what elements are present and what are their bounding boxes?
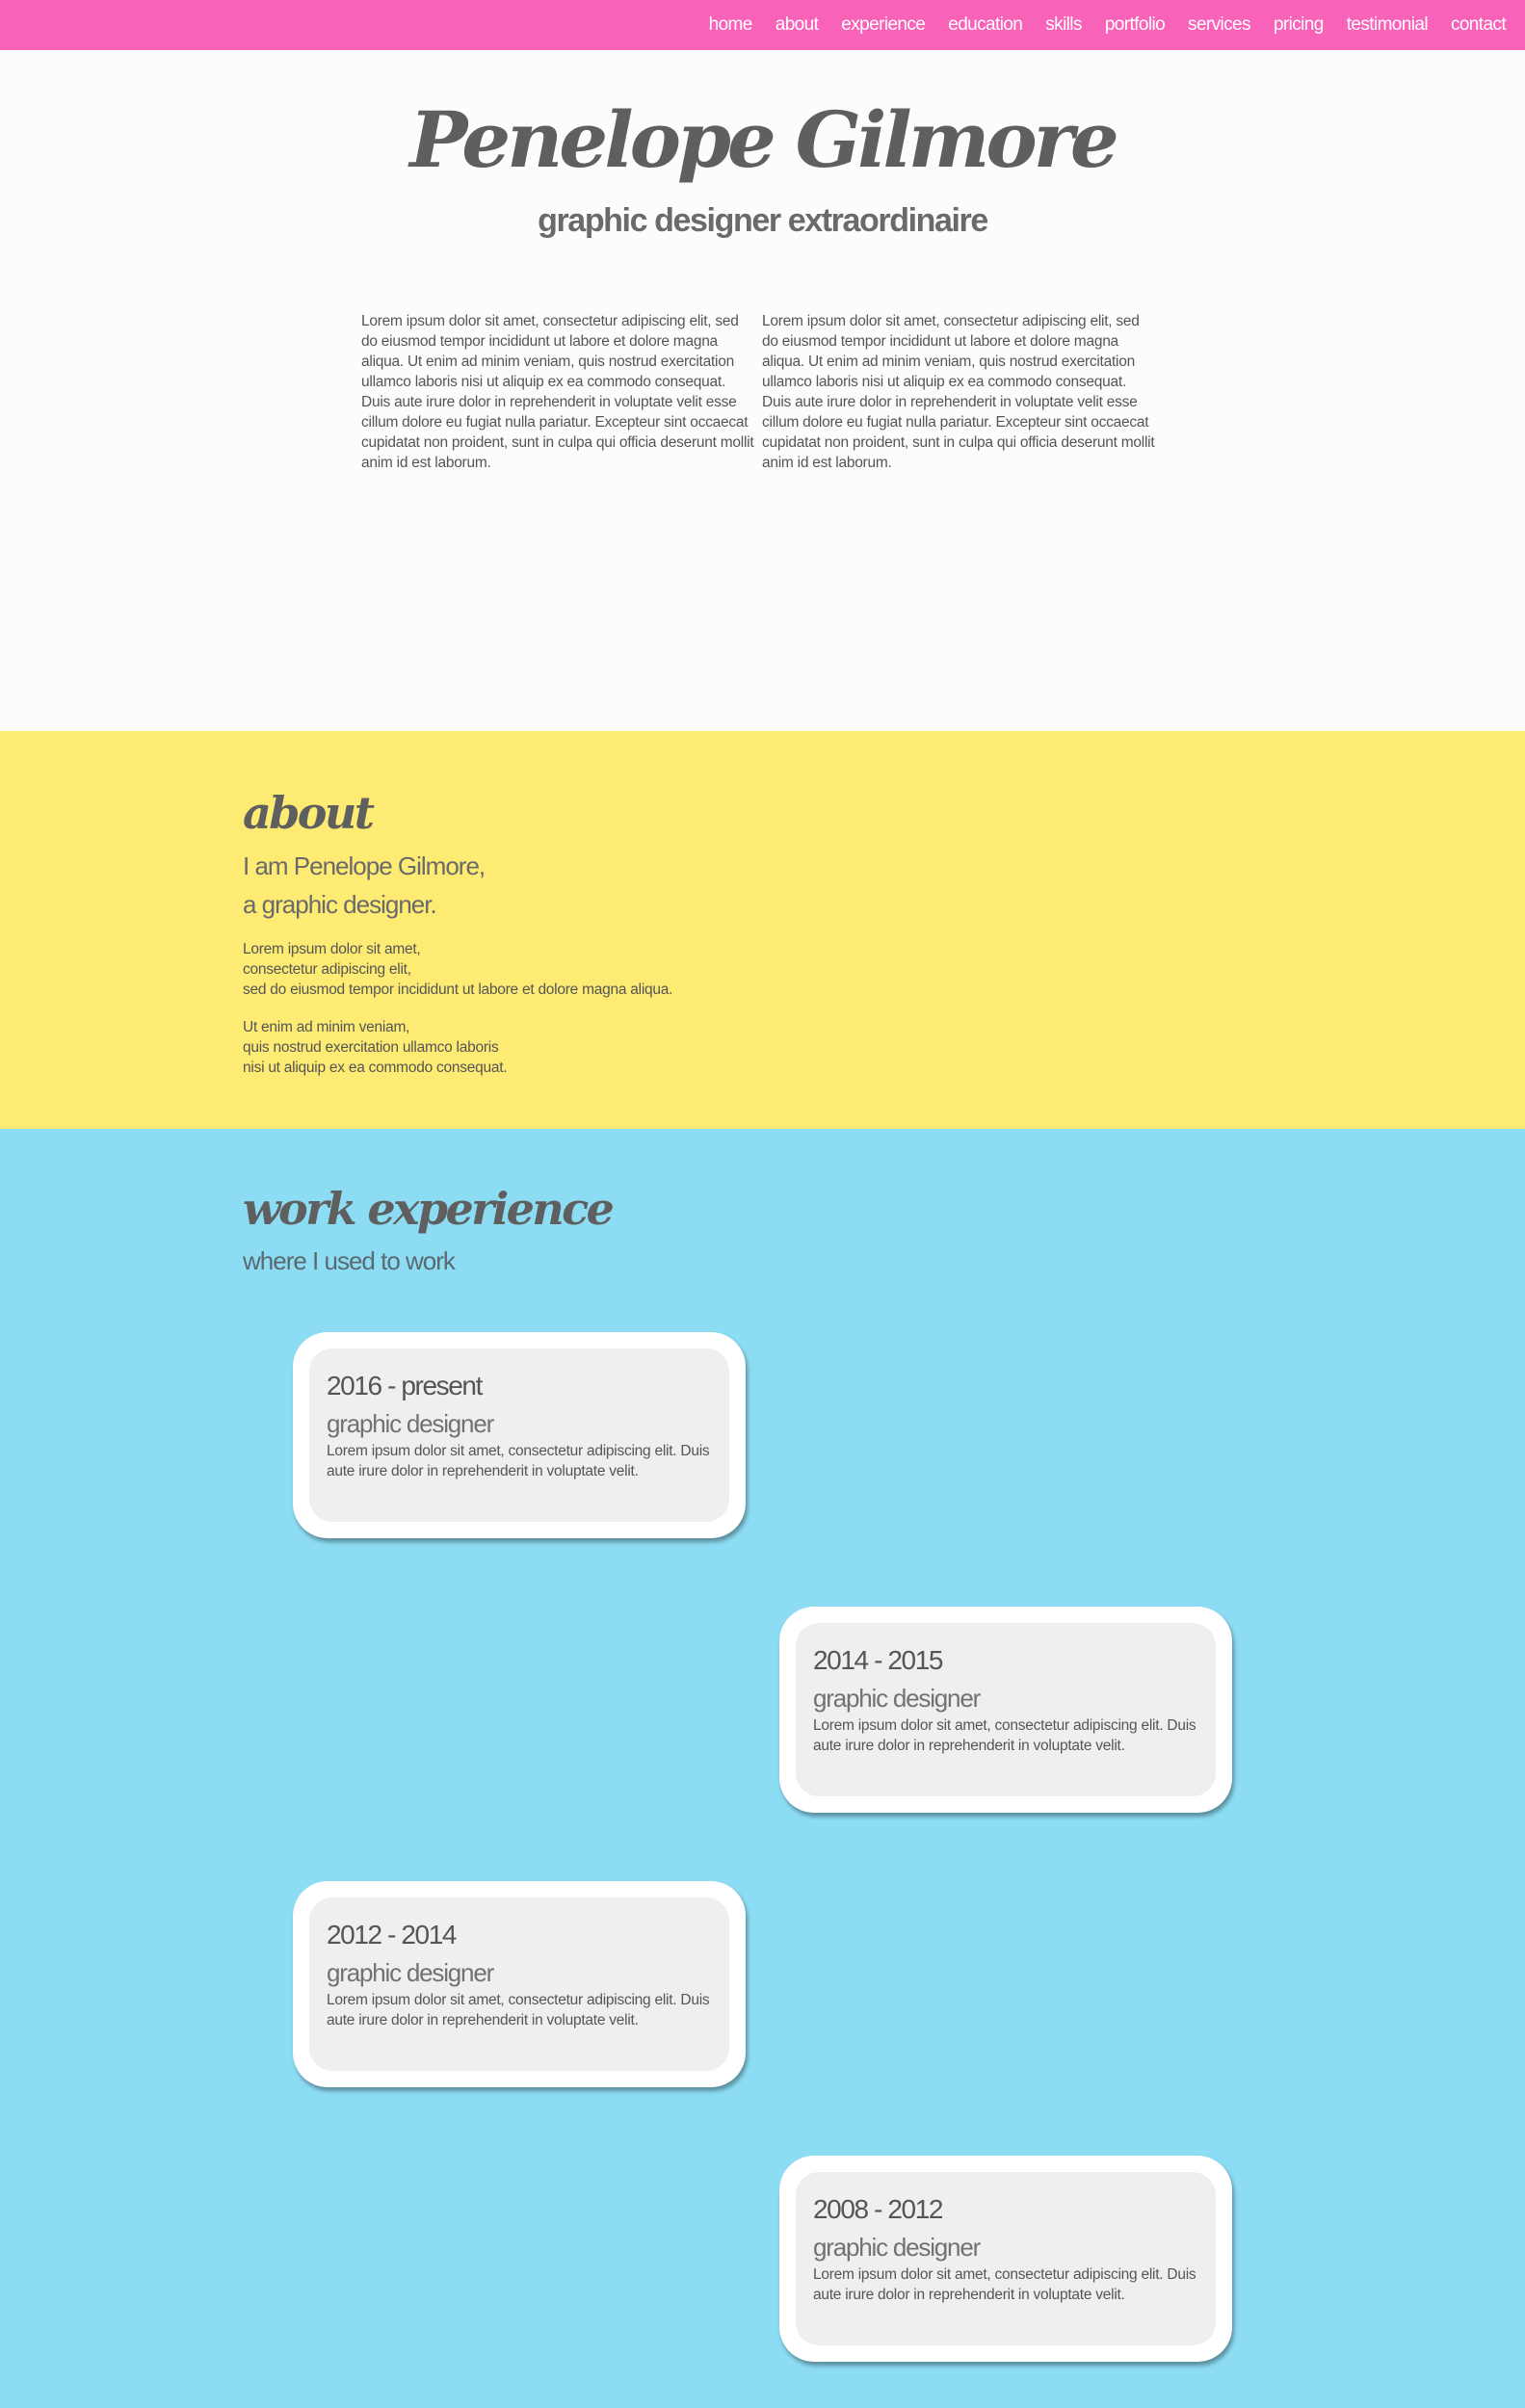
about-paragraph-2: Ut enim ad minim veniam, quis nostrud ex… — [243, 1017, 508, 1078]
about-heading: about — [243, 787, 375, 839]
experience-section: work experience where I used to work 201… — [0, 1129, 1525, 2408]
experience-card-inner: 2016 - present graphic designer Lorem ip… — [309, 1348, 729, 1522]
nav-link-portfolio[interactable]: portfolio — [1105, 14, 1166, 35]
top-navbar: home about experience education skills p… — [0, 0, 1525, 50]
nav-link-education[interactable]: education — [948, 14, 1023, 35]
experience-heading: work experience — [243, 1183, 615, 1235]
about-paragraph-line: quis nostrud exercitation ullamco labori… — [243, 1039, 499, 1056]
experience-card[interactable]: 2016 - present graphic designer Lorem ip… — [293, 1332, 746, 1538]
experience-role: graphic designer — [327, 1958, 494, 1987]
hero-text-column-left: Lorem ipsum dolor sit amet, consectetur … — [361, 313, 754, 471]
hero-name: Penelope Gilmore — [409, 94, 1119, 185]
nav-link-testimonial[interactable]: testimonial — [1347, 14, 1429, 35]
nav-link-services[interactable]: services — [1188, 14, 1250, 35]
experience-card-inner: 2008 - 2012 graphic designer Lorem ipsum… — [796, 2172, 1216, 2345]
hero-tagline: graphic designer extraordinaire — [538, 202, 988, 239]
about-section: about I am Penelope Gilmore, a graphic d… — [0, 731, 1525, 1129]
about-paragraph-line: consectetur adipiscing elit, — [243, 961, 411, 978]
experience-years: 2014 - 2015 — [813, 1645, 943, 1675]
about-intro-line: a graphic designer. — [243, 890, 437, 919]
experience-description: Lorem ipsum dolor sit amet, consectetur … — [327, 1992, 710, 2028]
experience-role: graphic designer — [813, 1684, 981, 1713]
experience-years: 2016 - present — [327, 1371, 483, 1400]
experience-role: graphic designer — [327, 1409, 494, 1438]
nav-link-pricing[interactable]: pricing — [1274, 14, 1324, 35]
experience-subtitle: where I used to work — [243, 1246, 456, 1275]
nav-link-experience[interactable]: experience — [841, 14, 926, 35]
hero-section: Penelope Gilmore graphic designer extrao… — [0, 50, 1525, 731]
about-paragraph-1: Lorem ipsum dolor sit amet, consectetur … — [243, 939, 672, 1000]
nav-link-contact[interactable]: contact — [1451, 14, 1507, 35]
experience-role: graphic designer — [813, 2233, 981, 2262]
experience-years: 2008 - 2012 — [813, 2194, 943, 2224]
experience-description: Lorem ipsum dolor sit amet, consectetur … — [813, 2266, 1196, 2303]
experience-card-inner: 2014 - 2015 graphic designer Lorem ipsum… — [796, 1623, 1216, 1796]
about-paragraph-line: Ut enim ad minim veniam, — [243, 1019, 410, 1035]
nav-link-skills[interactable]: skills — [1045, 14, 1082, 35]
experience-card[interactable]: 2008 - 2012 graphic designer Lorem ipsum… — [779, 2156, 1232, 2362]
experience-card[interactable]: 2012 - 2014 graphic designer Lorem ipsum… — [293, 1881, 746, 2087]
about-intro: I am Penelope Gilmore, a graphic designe… — [243, 847, 486, 924]
about-paragraph-line: sed do eiusmod tempor incididunt ut labo… — [243, 982, 673, 998]
about-paragraph-line: Lorem ipsum dolor sit amet, — [243, 941, 421, 957]
nav-link-home[interactable]: home — [709, 14, 753, 35]
nav-link-about[interactable]: about — [776, 14, 819, 35]
experience-card[interactable]: 2014 - 2015 graphic designer Lorem ipsum… — [779, 1607, 1232, 1813]
about-paragraph-line: nisi ut aliquip ex ea commodo consequat. — [243, 1060, 508, 1076]
experience-card-inner: 2012 - 2014 graphic designer Lorem ipsum… — [309, 1898, 729, 2071]
about-intro-line: I am Penelope Gilmore, — [243, 851, 486, 880]
experience-years: 2012 - 2014 — [327, 1920, 457, 1950]
hero-text-column-right: Lorem ipsum dolor sit amet, consectetur … — [762, 313, 1155, 471]
experience-description: Lorem ipsum dolor sit amet, consectetur … — [327, 1443, 710, 1479]
experience-description: Lorem ipsum dolor sit amet, consectetur … — [813, 1717, 1196, 1754]
nav-menu: home about experience education skills p… — [686, 0, 1507, 50]
